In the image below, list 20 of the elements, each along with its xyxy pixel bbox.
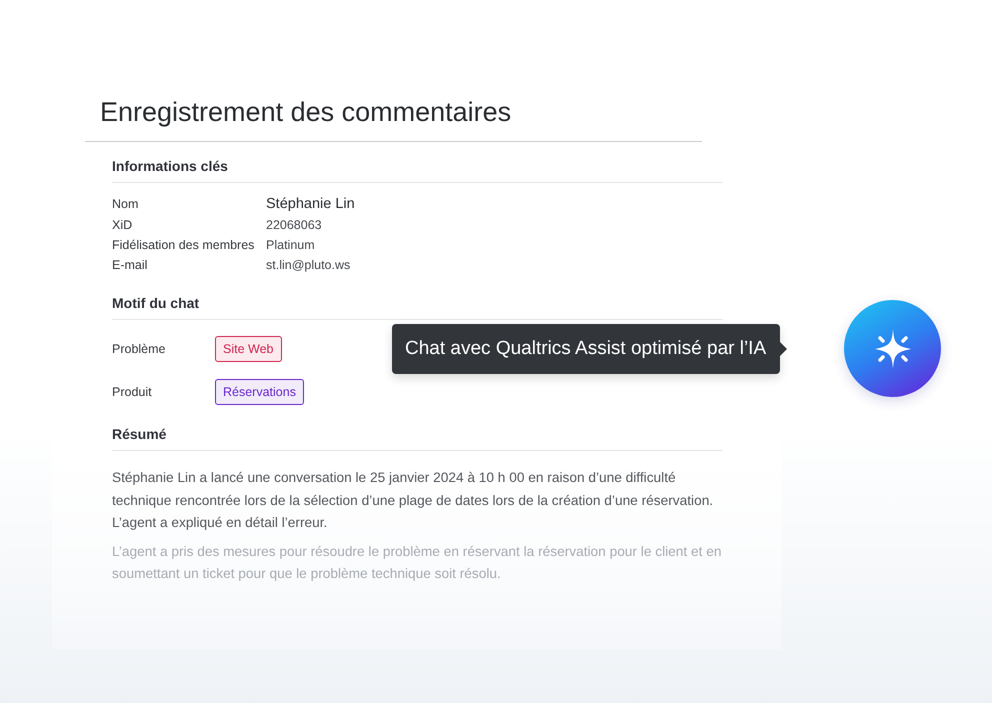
tag: Site Web <box>215 336 282 362</box>
summary-paragraph: L’agent a pris des mesures pour résoudre le problème en réservant la réservation pour le client et en soumettant un ticket pour que le problème technique soit résolu. <box>112 542 722 583</box>
field-value: Stéphanie Lin <box>266 196 356 212</box>
field-label: XiD <box>112 218 134 232</box>
field-value: Platinum <box>266 238 316 252</box>
section-heading: Motif du chat <box>112 295 723 320</box>
tag: Réservations <box>215 379 304 405</box>
summary-paragraph: Stéphanie Lin a lancé une conversation le 25 janvier 2024 à 10 h 00 en raison d’une difficulté technique rencontrée lors de la sélection d’une plage de dates lors de la création d’une réservation. L’agent a expliqué en détail l’erreur. <box>112 469 714 532</box>
field-label: Nom <box>112 197 140 211</box>
tooltip: Chat avec Qualtrics Assist optimisé par l’IA <box>392 324 780 374</box>
section-heading: Résumé <box>112 426 723 451</box>
section-heading: Informations clés <box>112 158 723 183</box>
page-title: Enregistrement des commentaires <box>85 97 702 142</box>
field-label: Problème <box>112 342 166 356</box>
field-value: st.lin@pluto.ws <box>266 258 352 272</box>
tooltip-arrow <box>780 342 788 356</box>
field-label: E-mail <box>112 258 148 272</box>
field-label: Fidélisation des membres <box>112 238 256 252</box>
field-label: Produit <box>112 385 153 399</box>
field-value: 22068063 <box>266 218 323 232</box>
